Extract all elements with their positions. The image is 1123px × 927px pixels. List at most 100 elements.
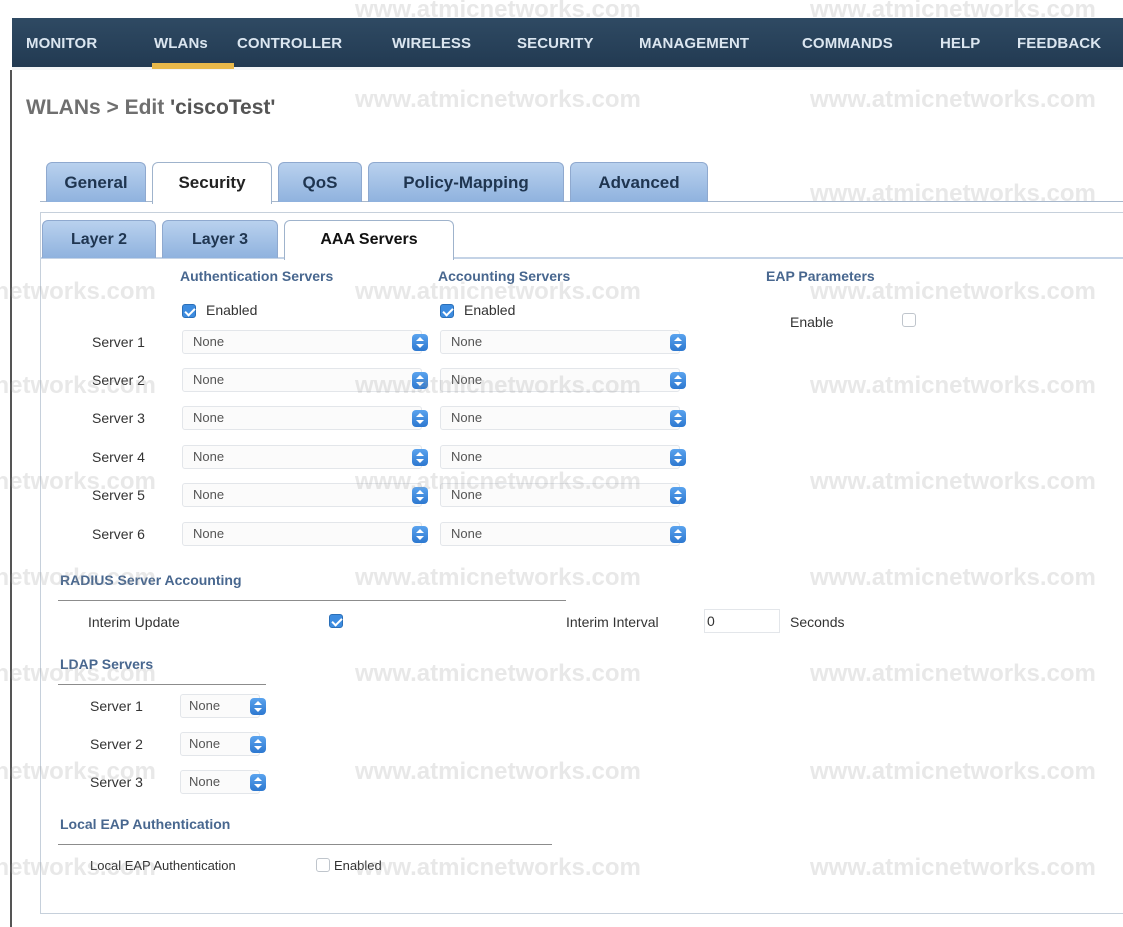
- eap-enable-label: Enable: [790, 314, 834, 330]
- acct-server-4-select[interactable]: None: [440, 445, 686, 469]
- accounting-servers-heading: Accounting Servers: [438, 268, 571, 284]
- ldap-server-label: Server 2: [90, 736, 143, 752]
- page-title: WLANs > Edit 'ciscoTest': [26, 96, 275, 120]
- ldap-server-label: Server 3: [90, 774, 143, 790]
- auth-server-5-select[interactable]: None: [182, 483, 428, 507]
- tab-policy-mapping[interactable]: Policy-Mapping: [368, 162, 564, 202]
- wlan-name: 'ciscoTest': [170, 96, 276, 119]
- acct-server-1-select[interactable]: None: [440, 330, 686, 354]
- nav-feedback[interactable]: FEEDBACK: [1017, 35, 1101, 52]
- ldap-servers-heading: LDAP Servers: [60, 656, 154, 672]
- select-value: None: [193, 372, 225, 387]
- select-value: None: [193, 526, 225, 541]
- top-navigation-bar: MONITOR WLANs CONTROLLER WIRELESS SECURI…: [12, 18, 1123, 70]
- ldap-server-1-select[interactable]: None: [180, 694, 266, 718]
- auth-server-2-select[interactable]: None: [182, 368, 428, 392]
- select-value: None: [193, 449, 225, 464]
- select-arrow-icon: [412, 526, 428, 543]
- acct-enabled-checkbox[interactable]: [440, 304, 454, 318]
- select-arrow-icon: [250, 698, 266, 715]
- server-label: Server 5: [92, 487, 145, 503]
- page-title-prefix: WLANs > Edit: [26, 96, 171, 119]
- select-arrow-icon: [670, 410, 686, 427]
- select-arrow-icon: [670, 372, 686, 389]
- nav-wireless[interactable]: WIRELESS: [392, 35, 471, 52]
- tab-qos[interactable]: QoS: [278, 162, 362, 202]
- subtab-layer2[interactable]: Layer 2: [42, 220, 156, 258]
- select-value: None: [193, 487, 225, 502]
- select-value: None: [189, 698, 221, 713]
- auth-server-6-select[interactable]: None: [182, 522, 428, 546]
- server-label: Server 1: [92, 334, 145, 350]
- select-arrow-icon: [670, 526, 686, 543]
- auth-enabled-checkbox[interactable]: [182, 304, 196, 318]
- auth-enabled-label: Enabled: [206, 302, 258, 318]
- select-value: None: [193, 334, 225, 349]
- select-arrow-icon: [412, 449, 428, 466]
- acct-server-6-select[interactable]: None: [440, 522, 686, 546]
- auth-server-4-select[interactable]: None: [182, 445, 428, 469]
- interim-update-label: Interim Update: [88, 614, 180, 630]
- tab-security[interactable]: Security: [152, 162, 272, 204]
- select-value: None: [451, 410, 483, 425]
- ldap-divider: [58, 684, 266, 685]
- subtab-layer3[interactable]: Layer 3: [162, 220, 278, 258]
- radius-accounting-divider: [58, 600, 566, 601]
- nav-controller[interactable]: CONTROLLER: [237, 35, 342, 52]
- nav-active-indicator: [152, 63, 234, 69]
- interim-interval-input[interactable]: 0: [704, 609, 780, 633]
- security-panel: [40, 212, 1123, 914]
- auth-server-1-select[interactable]: None: [182, 330, 428, 354]
- local-eap-heading: Local EAP Authentication: [60, 816, 231, 832]
- acct-enabled-label: Enabled: [464, 302, 516, 318]
- authentication-servers-heading: Authentication Servers: [180, 268, 334, 284]
- local-eap-divider: [58, 844, 552, 845]
- ldap-server-label: Server 1: [90, 698, 143, 714]
- select-value: None: [451, 372, 483, 387]
- subtab-aaa-servers[interactable]: AAA Servers: [284, 220, 454, 260]
- local-eap-label: Local EAP Authentication: [90, 858, 236, 873]
- select-value: None: [189, 736, 221, 751]
- server-label: Server 3: [92, 410, 145, 426]
- auth-server-3-select[interactable]: None: [182, 406, 428, 430]
- select-value: None: [451, 487, 483, 502]
- select-arrow-icon: [250, 774, 266, 791]
- interval-unit-label: Seconds: [790, 614, 845, 630]
- nav-management[interactable]: MANAGEMENT: [639, 35, 749, 52]
- select-arrow-icon: [412, 410, 428, 427]
- local-eap-enabled-checkbox[interactable]: [316, 858, 330, 872]
- local-eap-enabled-label: Enabled: [334, 858, 382, 873]
- select-value: None: [193, 410, 225, 425]
- select-arrow-icon: [412, 372, 428, 389]
- select-arrow-icon: [250, 736, 266, 753]
- server-label: Server 4: [92, 449, 145, 465]
- select-value: None: [189, 774, 221, 789]
- ldap-server-2-select[interactable]: None: [180, 732, 266, 756]
- tab-advanced[interactable]: Advanced: [570, 162, 708, 202]
- select-value: None: [451, 334, 483, 349]
- select-arrow-icon: [412, 334, 428, 351]
- acct-server-5-select[interactable]: None: [440, 483, 686, 507]
- nav-wlans[interactable]: WLANs: [154, 35, 208, 52]
- eap-parameters-heading: EAP Parameters: [766, 268, 875, 284]
- radius-accounting-heading: RADIUS Server Accounting: [60, 572, 242, 588]
- interim-interval-label: Interim Interval: [566, 614, 659, 630]
- acct-server-2-select[interactable]: None: [440, 368, 686, 392]
- select-arrow-icon: [412, 487, 428, 504]
- nav-help[interactable]: HELP: [940, 35, 980, 52]
- ldap-server-3-select[interactable]: None: [180, 770, 266, 794]
- nav-commands[interactable]: COMMANDS: [802, 35, 893, 52]
- eap-enable-checkbox[interactable]: [902, 313, 916, 327]
- tab-general[interactable]: General: [46, 162, 146, 202]
- interim-update-checkbox[interactable]: [329, 614, 343, 628]
- select-value: None: [451, 526, 483, 541]
- select-arrow-icon: [670, 334, 686, 351]
- select-arrow-icon: [670, 449, 686, 466]
- select-arrow-icon: [670, 487, 686, 504]
- nav-security[interactable]: SECURITY: [517, 35, 594, 52]
- server-label: Server 6: [92, 526, 145, 542]
- acct-server-3-select[interactable]: None: [440, 406, 686, 430]
- nav-monitor[interactable]: MONITOR: [26, 35, 97, 52]
- server-label: Server 2: [92, 372, 145, 388]
- select-value: None: [451, 449, 483, 464]
